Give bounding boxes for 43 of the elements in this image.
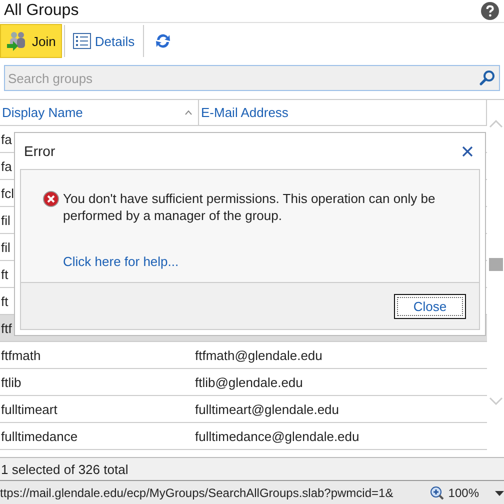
table-row[interactable]: ftlib ftlib@glendale.edu [0, 369, 487, 396]
people-icon [6, 31, 28, 51]
table-cell: ftfmath [1, 348, 41, 362]
dropdown-caret-icon[interactable] [495, 490, 504, 496]
table-cell: fil [1, 240, 10, 254]
list-icon [72, 33, 91, 49]
table-cell: ftfmath@glendale.edu [195, 348, 322, 362]
table-cell: ftlib@glendale.edu [195, 374, 303, 390]
table-cell: ftf [1, 320, 12, 336]
search-icon[interactable] [479, 70, 495, 86]
scroll-thumb[interactable] [488, 258, 502, 271]
table-cell: fulltimedance@glendale.edu [195, 428, 360, 444]
page-title: All Groups [4, 2, 79, 20]
column-header[interactable]: E-Mail Address [199, 100, 487, 125]
selection-count: 1 selected of 326 total [1, 462, 128, 476]
table-cell: fulltimeart [1, 402, 58, 416]
table-cell: fa [1, 158, 12, 174]
dialog-title: Error [24, 143, 56, 159]
help-icon[interactable] [481, 2, 499, 20]
refresh-icon [154, 33, 171, 49]
help-link[interactable]: Click here for help... [63, 254, 179, 269]
column-header[interactable]: Display Name [0, 100, 199, 125]
table-cell: ft [1, 294, 8, 308]
table-cell: fulltimeart@glendale.edu [195, 402, 340, 416]
table-row[interactable]: ftfmath ftfmath@glendale.edu [0, 342, 487, 369]
table-cell: fulltimedance [1, 428, 78, 444]
table-cell: ftlib [1, 374, 22, 390]
zoom-level[interactable]: 100% [448, 486, 479, 500]
table-cell: fcl [1, 186, 14, 200]
table-cell: ft [1, 266, 8, 282]
table-row[interactable]: fulltimedance fulltimedance@glendale.edu [0, 423, 487, 450]
error-message: You don't have sufficient permissions. This operation can only be performed by a manager of the group. [63, 190, 436, 224]
zoom-icon[interactable] [430, 486, 444, 500]
url-text: ttps://mail.glendale.edu/ecp/MyGroups/SearchAllGroups.slab?pwmcid=1& [0, 486, 394, 500]
details-button[interactable]: Details [66, 24, 141, 58]
error-icon [43, 191, 59, 207]
join-button[interactable]: Join [0, 24, 62, 58]
table-cell: fil [1, 212, 10, 228]
close-icon[interactable] [462, 146, 473, 156]
table-row[interactable]: fulltimeart fulltimeart@glendale.edu [0, 396, 487, 423]
search-field[interactable]: Search groups [4, 65, 500, 91]
close-button[interactable]: Close [394, 294, 466, 318]
table-cell: fa [1, 132, 12, 146]
